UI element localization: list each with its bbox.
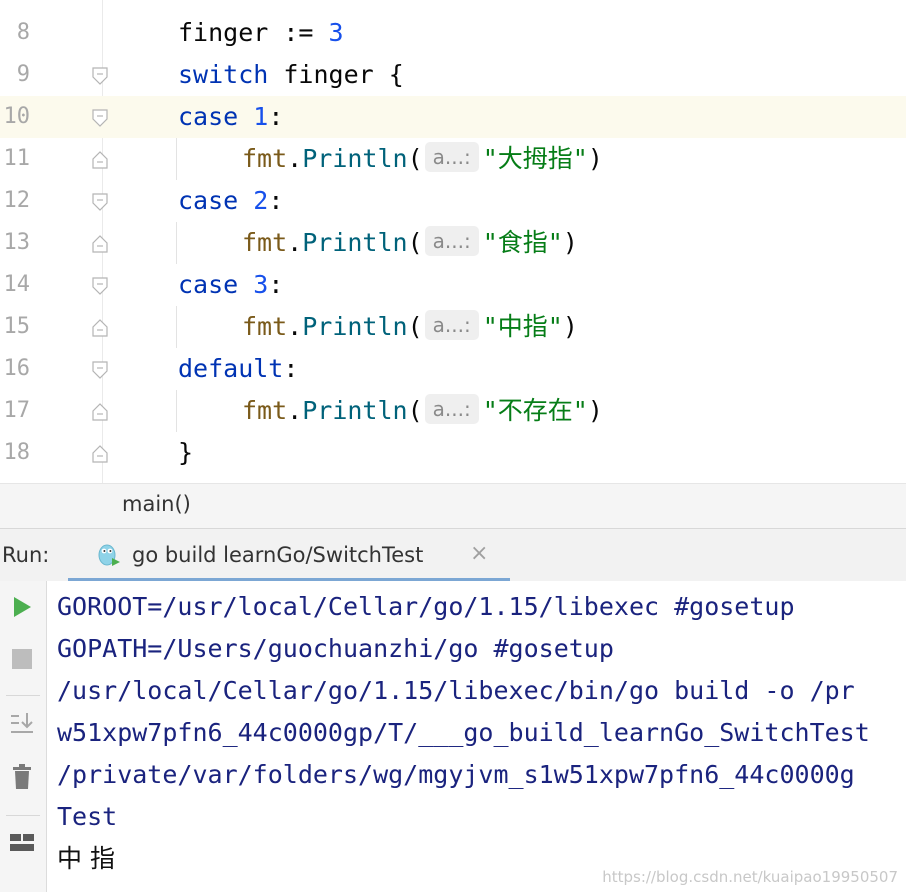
fold-close-icon[interactable]	[92, 319, 108, 337]
code-line[interactable]: 12 case 2:	[0, 180, 906, 222]
code-line[interactable]: 14 case 3:	[0, 264, 906, 306]
toolbar-divider	[6, 815, 40, 816]
code-line[interactable]: 13 fmt.Println(a...: "食指")	[0, 222, 906, 264]
fold-close-icon[interactable]	[92, 235, 108, 253]
code-line-current[interactable]: 10 case 1:	[0, 96, 906, 138]
console-line: w51xpw7pfn6_44c0000gp/T/___go_build_lear…	[57, 718, 870, 747]
code-line[interactable]: 8 finger := 3	[0, 12, 906, 54]
line-number: 8	[16, 20, 30, 45]
code-text: case 1:	[178, 102, 284, 131]
play-icon	[11, 595, 33, 623]
code-text: case 2:	[178, 186, 284, 215]
code-text: fmt.Println(a...: "不存在")	[242, 394, 603, 425]
parameter-hint: a...:	[424, 142, 479, 172]
parameter-hint: a...:	[424, 394, 479, 424]
code-text: fmt.Println(a...: "大拇指")	[242, 142, 603, 173]
trash-icon	[11, 764, 33, 794]
line-number: 15	[3, 314, 31, 339]
fold-close-icon[interactable]	[92, 151, 108, 169]
fold-open-icon[interactable]	[92, 109, 108, 127]
stop-icon	[11, 648, 33, 674]
code-text: switch finger {	[178, 60, 404, 89]
fold-open-icon[interactable]	[92, 277, 108, 295]
fold-open-icon[interactable]	[92, 361, 108, 379]
run-tab[interactable]: go build learnGo/SwitchTest ×	[68, 529, 510, 582]
fold-close-icon[interactable]	[92, 403, 108, 421]
code-line[interactable]: 17 fmt.Println(a...: "不存在")	[0, 390, 906, 432]
console-line: GOPATH=/Users/guochuanzhi/go #gosetup	[57, 634, 614, 663]
fold-open-icon[interactable]	[92, 193, 108, 211]
line-number: 12	[3, 188, 31, 213]
fold-close-icon[interactable]	[92, 445, 108, 463]
scroll-down-icon	[9, 710, 35, 740]
line-number: 17	[3, 398, 31, 423]
code-editor[interactable]: 8 finger := 3 9 switch finger { 10 case …	[0, 0, 906, 483]
run-console[interactable]: GOROOT=/usr/local/Cellar/go/1.15/libexec…	[0, 581, 906, 892]
parameter-hint: a...:	[424, 310, 479, 340]
code-text: }	[178, 438, 194, 467]
parameter-hint: a...:	[424, 226, 479, 256]
code-line[interactable]: 16 default:	[0, 348, 906, 390]
line-number: 9	[16, 62, 30, 87]
line-number: 14	[3, 272, 31, 297]
toolbar-divider	[6, 695, 40, 696]
line-number: 16	[3, 356, 31, 381]
breadcrumb[interactable]: main()	[0, 483, 906, 529]
console-line: /usr/local/Cellar/go/1.15/libexec/bin/go…	[57, 676, 855, 705]
console-line: Test	[57, 802, 118, 831]
line-number: 13	[3, 230, 31, 255]
layout-icon	[9, 832, 35, 858]
code-line[interactable]: 11 fmt.Println(a...: "大拇指")	[0, 138, 906, 180]
fold-open-icon[interactable]	[92, 67, 108, 85]
go-gopher-icon	[96, 542, 122, 573]
rerun-button[interactable]	[8, 595, 36, 623]
line-number: 18	[3, 440, 31, 465]
code-text: fmt.Println(a...: "食指")	[242, 226, 578, 257]
code-text: fmt.Println(a...: "中指")	[242, 310, 578, 341]
scroll-to-end-button[interactable]	[8, 711, 36, 739]
line-number: 11	[3, 146, 31, 171]
watermark: https://blog.csdn.net/kuaipao19950507	[602, 868, 898, 886]
layout-button[interactable]	[8, 831, 36, 859]
console-toolbar	[0, 581, 47, 892]
stop-button[interactable]	[8, 647, 36, 675]
close-icon[interactable]: ×	[470, 541, 488, 566]
run-tab-title: go build learnGo/SwitchTest	[132, 543, 424, 567]
run-label: Run:	[2, 543, 50, 567]
code-text: default:	[178, 354, 299, 383]
code-line[interactable]: 15 fmt.Println(a...: "中指")	[0, 306, 906, 348]
code-text: case 3:	[178, 270, 284, 299]
console-line: GOROOT=/usr/local/Cellar/go/1.15/libexec…	[57, 592, 795, 621]
code-text: finger := 3	[178, 18, 344, 47]
run-toolwindow-header: Run: go build learnGo/SwitchTest ×	[0, 528, 906, 582]
code-line[interactable]: 9 switch finger {	[0, 54, 906, 96]
line-number: 10	[3, 104, 31, 129]
clear-console-button[interactable]	[8, 764, 36, 794]
code-line[interactable]: 18 }	[0, 432, 906, 474]
console-line: /private/var/folders/wg/mgyjvm_s1w51xpw7…	[57, 760, 855, 789]
breadcrumb-function[interactable]: main()	[122, 492, 191, 516]
